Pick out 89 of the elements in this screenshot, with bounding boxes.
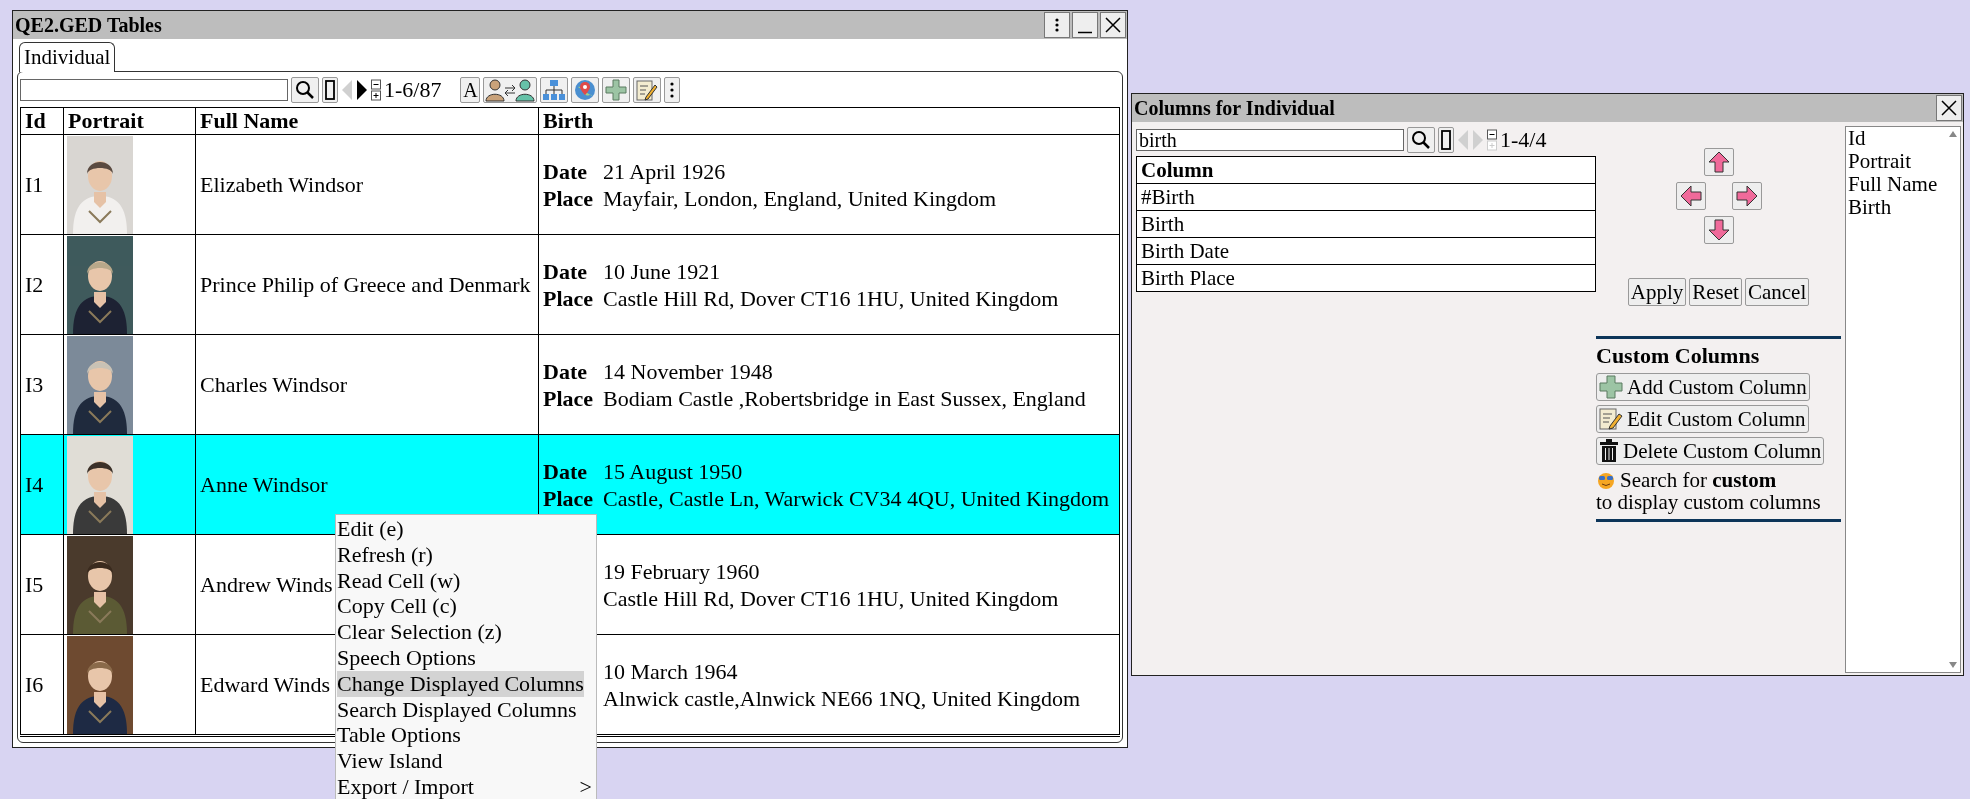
- field-label: Place: [543, 485, 594, 511]
- list-item[interactable]: #Birth: [1137, 183, 1595, 210]
- field-value: 15 August 1950: [603, 457, 743, 485]
- list-item[interactable]: Birth: [1137, 210, 1595, 237]
- move-up-button[interactable]: [1703, 148, 1734, 176]
- field-value: 14 November 1948: [603, 357, 773, 385]
- column-header[interactable]: Id: [20, 107, 64, 135]
- menu-item[interactable]: Export / Import >: [336, 773, 596, 799]
- table-cell[interactable]: I6: [20, 634, 64, 736]
- field-label: Date: [543, 258, 587, 284]
- field-value: 21 April 1926: [603, 157, 726, 185]
- dialog-button[interactable]: Cancel: [1744, 278, 1810, 306]
- list-item[interactable]: Full Name: [1846, 173, 1946, 196]
- menu-item[interactable]: View Island: [336, 748, 596, 774]
- column-header[interactable]: Portrait: [63, 107, 196, 135]
- font-button[interactable]: A: [460, 77, 481, 103]
- zoom-stepper-icon[interactable]: [371, 79, 381, 101]
- search-field[interactable]: birth: [1136, 129, 1404, 151]
- field-label: Date: [543, 358, 587, 384]
- table-cell: Elizabeth Windsor: [195, 134, 539, 235]
- field-value: Mayfair, London, England, United Kingdom: [603, 184, 997, 212]
- kebab-icon: [1055, 17, 1059, 33]
- list-item[interactable]: Birth Place: [1137, 264, 1595, 291]
- list-item[interactable]: Id: [1846, 127, 1946, 150]
- field-value: 10 March 1964: [603, 657, 738, 685]
- search-button[interactable]: [1407, 127, 1435, 153]
- move-left-button[interactable]: [1675, 182, 1706, 210]
- record-count: 1-6/87: [384, 77, 442, 103]
- custom-column-button[interactable]: Delete Custom Column: [1596, 437, 1825, 465]
- hint-text: to display custom columns: [1596, 491, 1821, 513]
- field-value: Castle Hill Rd, Dover CT16 1HU, United Kingdom: [603, 584, 1059, 612]
- table-cell[interactable]: I3: [20, 334, 64, 435]
- scroll-up-icon[interactable]: [1948, 130, 1958, 138]
- trash-icon: [1599, 439, 1619, 463]
- dialog-button[interactable]: Reset: [1689, 278, 1742, 306]
- kebab-icon: [669, 80, 676, 100]
- search-button[interactable]: [291, 77, 319, 103]
- hint-text: Search for custom: [1620, 469, 1777, 491]
- field-value: 10 June 1921: [603, 257, 721, 285]
- column-header: Column: [1140, 157, 1215, 183]
- column-toggle-button[interactable]: [1438, 127, 1454, 153]
- move-down-button[interactable]: [1703, 216, 1734, 244]
- field-label: Place: [543, 285, 594, 311]
- field-value: Castle Hill Rd, Dover CT16 1HU, United Kingdom: [603, 284, 1059, 312]
- record-count: 1-4/4: [1500, 127, 1547, 153]
- minimize-button[interactable]: [1072, 12, 1098, 38]
- field-label: Place: [543, 185, 594, 211]
- plus-icon: [1599, 375, 1623, 399]
- table-cell[interactable]: I4: [20, 434, 64, 535]
- window-title: Columns for Individual: [1134, 96, 1335, 120]
- column-header[interactable]: Birth: [538, 107, 1120, 135]
- list-item[interactable]: Birth Date: [1137, 237, 1595, 264]
- table-cell[interactable]: I2: [20, 234, 64, 335]
- table-cell: Prince Philip of Greece and Denmark: [195, 234, 539, 335]
- section-heading: Custom Columns: [1596, 343, 1760, 369]
- move-right-button[interactable]: [1731, 182, 1762, 210]
- field-value: Bodiam Castle ,Robertsbridge in East Sussex, England: [603, 384, 1086, 412]
- field-value: Alnwick castle,Alnwick NE66 1NQ, United Kingdom: [603, 684, 1081, 712]
- custom-column-button[interactable]: Edit Custom Column: [1596, 405, 1809, 433]
- column-toggle-button[interactable]: [322, 77, 338, 103]
- field-label: Place: [543, 385, 594, 411]
- dialog-button[interactable]: Apply: [1627, 278, 1687, 306]
- swap-people-icon[interactable]: [483, 77, 538, 103]
- column-header[interactable]: Full Name: [195, 107, 539, 135]
- field-label: Date: [543, 458, 587, 484]
- search-field[interactable]: [20, 79, 288, 101]
- scroll-down-icon[interactable]: [1948, 661, 1958, 669]
- custom-column-button[interactable]: Add Custom Column: [1596, 373, 1810, 401]
- table-cell[interactable]: I1: [20, 134, 64, 235]
- field-value: Castle, Castle Ln, Warwick CV34 4QU, United Kingdom: [603, 484, 1110, 512]
- zoom-stepper-icon[interactable]: [1487, 129, 1497, 151]
- list-item[interactable]: Portrait: [1846, 150, 1946, 173]
- edit-icon[interactable]: [633, 77, 662, 103]
- hierarchy-icon[interactable]: [540, 77, 569, 103]
- next-icon[interactable]: [356, 79, 368, 101]
- window-title: QE2.GED Tables: [15, 13, 162, 37]
- table-cell: Charles Windsor: [195, 334, 539, 435]
- minimize-icon: [1077, 30, 1093, 34]
- edit-icon: [1599, 407, 1623, 431]
- more-button[interactable]: [664, 77, 681, 103]
- table-cell[interactable]: I5: [20, 534, 64, 635]
- globe-pin-icon[interactable]: [571, 77, 600, 103]
- close-button[interactable]: [1936, 95, 1962, 121]
- smiley-icon: [1596, 471, 1616, 489]
- close-button[interactable]: [1100, 12, 1126, 38]
- tab[interactable]: Individual: [19, 42, 116, 72]
- field-label: Date: [543, 158, 587, 184]
- list-item[interactable]: Birth: [1846, 196, 1946, 219]
- field-value: 19 February 1960: [603, 557, 760, 585]
